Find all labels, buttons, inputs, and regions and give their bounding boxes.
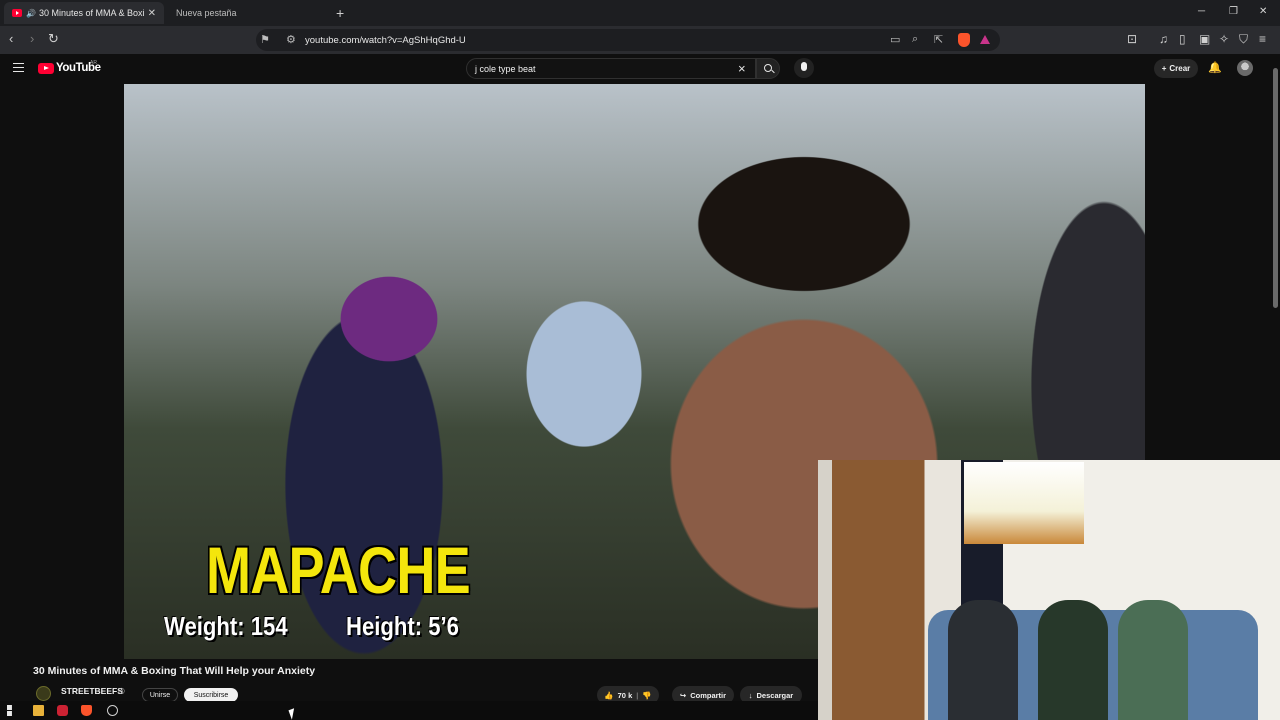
youtube-masthead: YouTube AR j cole type beat × + Crear 🔔 (0, 54, 1280, 84)
download-icon: ↓ (748, 690, 753, 700)
start-menu-icon[interactable] (7, 705, 12, 716)
brave-shield-icon[interactable] (958, 33, 970, 47)
share-label: Compartir (690, 690, 727, 700)
channel-avatar[interactable] (36, 686, 51, 701)
channel-name[interactable]: STREETBEEFS (61, 686, 123, 696)
menu-icon[interactable]: ≡ (1259, 32, 1266, 46)
browser-tab-strip: 🔊 30 Minutes of MMA & Boxing That Will H… (0, 0, 1280, 26)
like-count[interactable]: 70 k (618, 691, 633, 700)
search-icon (764, 64, 772, 72)
webcam-overlay (818, 460, 1280, 720)
create-button[interactable]: + Crear (1154, 59, 1198, 78)
tab-title: 30 Minutes of MMA & Boxing That Will Hel… (38, 8, 144, 18)
dislike-icon[interactable]: 👎 (642, 691, 651, 700)
page-scrollbar[interactable] (1272, 56, 1278, 456)
overlay-fighter-name: MAPACHE (206, 533, 471, 607)
vpn-icon[interactable]: ⛉ (1239, 32, 1248, 47)
voice-search-button[interactable] (794, 58, 814, 78)
wallet-icon[interactable]: ▣ (1199, 32, 1210, 46)
browser-toolbar: ‹ › ↻ ⚑ ⚙ youtube.com/watch?v=AgShHqGhd-… (0, 26, 1280, 54)
webcam-window-scene (964, 462, 1084, 544)
tab-title: Nueva pestaña (176, 8, 237, 18)
restore-button[interactable]: ❐ (1229, 6, 1238, 17)
share-icon: ↪ (679, 690, 687, 700)
minimize-button[interactable]: ─ (1198, 6, 1205, 17)
speaker-icon[interactable]: 🔊 (26, 9, 36, 18)
address-bar[interactable]: ⚑ ⚙ youtube.com/watch?v=AgShHqGhd-U ▭ ⌕ … (256, 29, 1000, 51)
url-text[interactable]: youtube.com/watch?v=AgShHqGhd-U (305, 35, 466, 46)
cast-icon[interactable]: ▭ (890, 33, 900, 46)
os-taskbar (0, 701, 818, 720)
share-page-icon[interactable]: ⇱ (934, 33, 943, 46)
verified-badge-icon: ◎ (118, 686, 125, 695)
screenshot-icon[interactable]: ⊡ (1127, 32, 1137, 46)
webcam-person (948, 600, 1018, 720)
video-title: 30 Minutes of MMA & Boxing That Will Hel… (33, 665, 316, 677)
site-info-icon[interactable]: ⚙ (286, 33, 296, 46)
app-icon[interactable] (57, 705, 68, 716)
country-code: AR (90, 60, 97, 66)
overlay-height: Height: 5’6 (346, 611, 459, 641)
app-icon[interactable] (107, 705, 118, 716)
tab-close-icon[interactable]: ✕ (148, 8, 156, 19)
zoom-icon[interactable]: ⌕ (912, 33, 918, 46)
subscribe-button[interactable]: Suscribirse (184, 688, 238, 702)
search-input-value[interactable]: j cole type beat (475, 64, 536, 74)
microphone-icon (801, 62, 807, 71)
join-button[interactable]: Unirse (142, 688, 178, 702)
overlay-weight: Weight: 154 (164, 611, 288, 641)
tab-youtube-video[interactable]: 🔊 30 Minutes of MMA & Boxing That Will H… (4, 2, 164, 24)
back-arrow-icon[interactable]: ‹ (9, 32, 13, 46)
close-window-button[interactable]: ✕ (1259, 6, 1267, 17)
forward-arrow-icon[interactable]: › (30, 32, 34, 46)
search-button[interactable] (756, 58, 780, 79)
clear-search-icon[interactable]: × (738, 61, 746, 76)
new-tab-button[interactable]: + (336, 5, 344, 21)
webcam-person (1118, 600, 1188, 720)
search-input[interactable]: j cole type beat × (466, 58, 756, 79)
tab-new-tab[interactable]: Nueva pestaña (168, 2, 318, 24)
reload-icon[interactable]: ↻ (48, 32, 59, 46)
bookmark-icon[interactable]: ⚑ (260, 33, 270, 46)
file-explorer-icon[interactable] (33, 705, 44, 716)
youtube-logo-icon[interactable] (38, 63, 54, 74)
create-label: Crear (1169, 64, 1191, 73)
sidebar-icon[interactable]: ▯ (1179, 32, 1186, 46)
brave-rewards-icon[interactable] (980, 35, 990, 44)
like-icon[interactable]: 👍 (604, 691, 613, 700)
media-icon[interactable]: ♫ (1159, 32, 1168, 46)
leo-ai-icon[interactable]: ✧ (1219, 32, 1229, 46)
download-label: Descargar (756, 690, 794, 700)
notifications-bell-icon[interactable]: 🔔 (1208, 61, 1222, 74)
webcam-person (1038, 600, 1108, 720)
account-avatar[interactable] (1237, 60, 1253, 76)
scrollbar-thumb[interactable] (1273, 68, 1278, 308)
youtube-favicon-icon (12, 9, 22, 17)
hamburger-menu-icon[interactable] (13, 63, 24, 72)
brave-browser-icon[interactable] (81, 705, 92, 716)
plus-icon: + (1161, 64, 1167, 73)
